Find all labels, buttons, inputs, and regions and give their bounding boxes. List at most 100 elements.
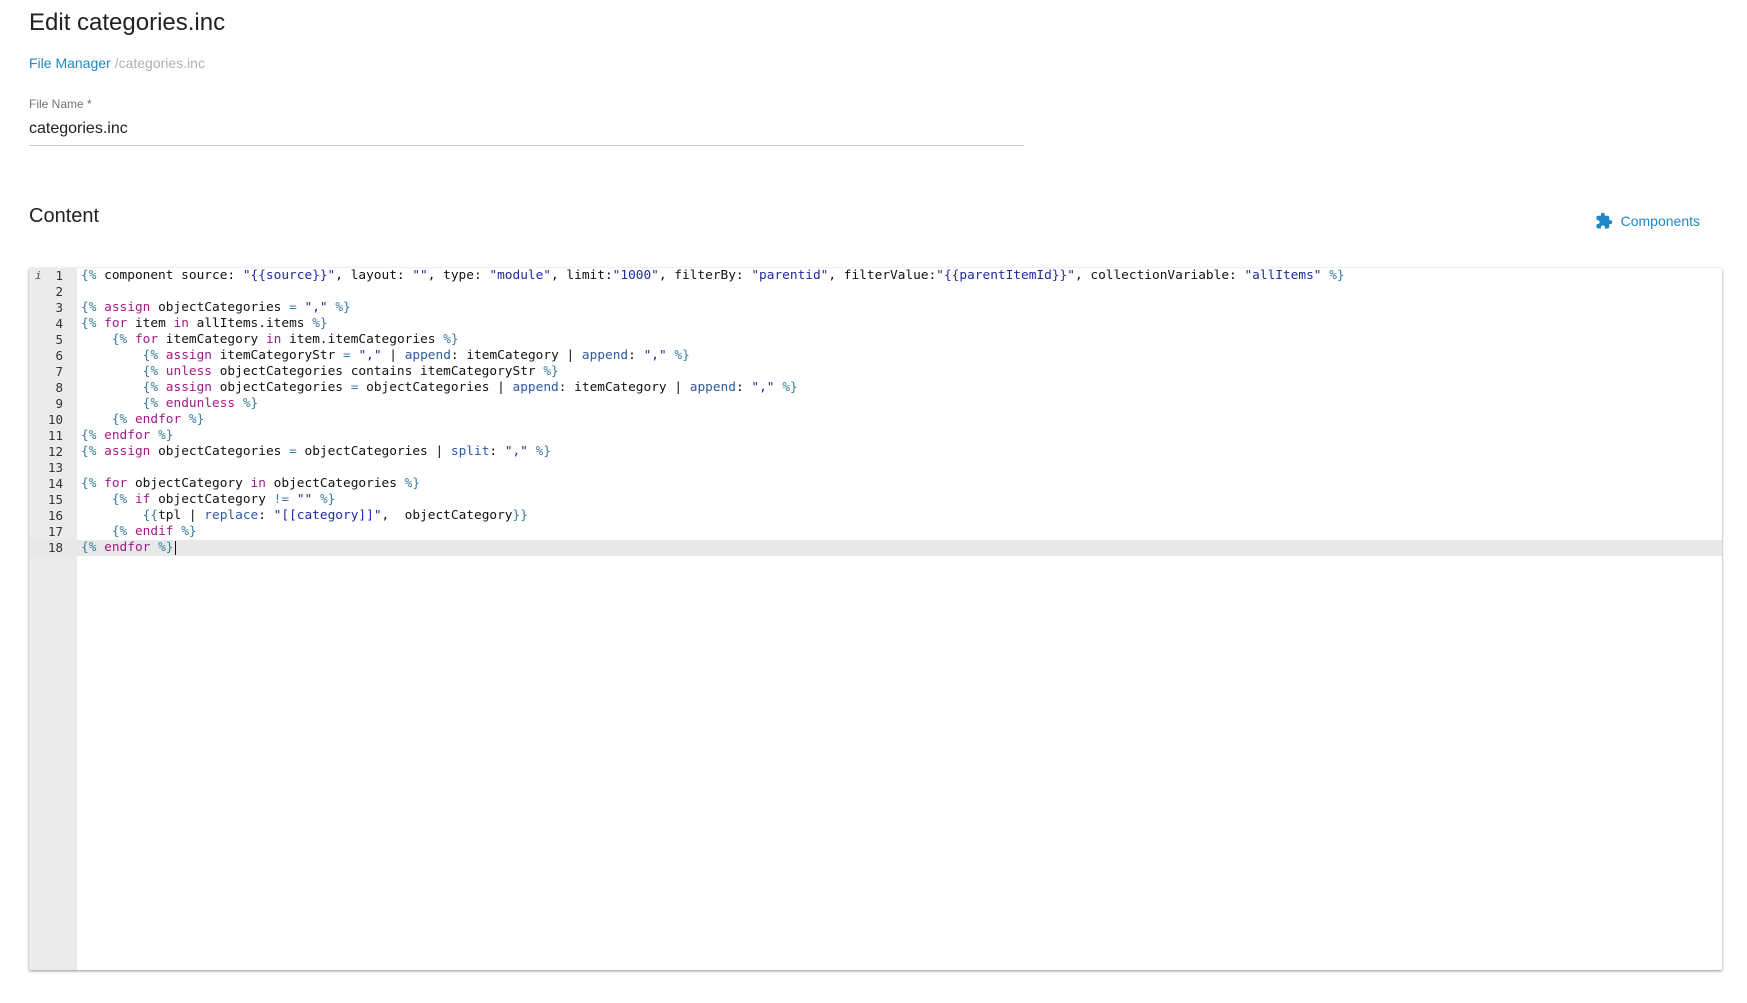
code-token: "module" [489,268,552,283]
code-token: %} [242,396,259,411]
page-title: Edit categories.inc [29,9,226,36]
code-token: objectCategories [150,444,290,459]
code-token: : [489,444,505,459]
code-token: %} [543,364,559,379]
components-button[interactable]: Components [1595,212,1700,230]
code-token: objectCategories [265,476,405,491]
code-token: {{ [142,508,159,523]
code-line[interactable]: 8 {% assign objectCategories = objectCat… [29,380,1722,396]
code-text: {% endunless %} [81,396,259,412]
text-cursor [174,540,176,555]
code-token: %} [404,476,421,491]
code-token: replace [204,508,259,523]
code-token: objectCategories | [296,444,451,459]
code-token: "allItems" [1244,268,1322,283]
line-number: 7 [55,364,63,379]
code-text: {% if objectCategory != "" %} [81,492,336,508]
code-token: "," [643,348,667,363]
code-token: : itemCategory | [558,380,690,395]
code-token: endfor [104,428,151,443]
code-line[interactable]: 2 [29,284,1722,300]
code-token: %} [674,348,690,363]
code-token: "," [504,444,528,459]
code-token: {% [142,380,159,395]
line-number: 11 [47,428,63,443]
code-token: %} [1329,268,1345,283]
code-line[interactable]: 15 {% if objectCategory != "" %} [29,492,1722,508]
code-token: {% [111,492,128,507]
code-token: %} [335,300,351,315]
code-token: append [689,380,736,395]
code-line[interactable]: 9 {% endunless %} [29,396,1722,412]
code-token: in [265,332,282,347]
code-token: unless [165,364,213,379]
code-token: item.itemCategories [281,332,444,347]
breadcrumb-current: /categories.inc [114,55,205,71]
code-token: : [258,508,274,523]
code-token: endif [134,524,174,539]
breadcrumb-file-manager-link[interactable]: File Manager [29,55,111,71]
code-text: {% for objectCategory in objectCategorie… [81,476,420,492]
file-name-input[interactable] [29,114,1024,146]
code-token: %} [443,332,459,347]
line-number: 12 [47,444,63,459]
code-token: for [104,476,128,491]
line-number: 3 [55,300,63,315]
code-line[interactable]: i 1 {% component source: "{{source}}", lay… [29,268,1722,284]
code-line[interactable]: 3 {% assign objectCategories = "," %} [29,300,1722,316]
code-token: "" [296,492,313,507]
code-token: %} [158,540,174,555]
code-token: split [450,444,490,459]
code-line[interactable]: 7 {% unless objectCategories contains it… [29,364,1722,380]
code-line[interactable]: 18 {% endfor %} [29,540,1722,556]
editor-lines: i 1 {% component source: "{{source}}", lay… [29,268,1722,556]
code-token: in [173,316,189,331]
code-line[interactable]: 6 {% assign itemCategoryStr = "," | appe… [29,348,1722,364]
code-line[interactable]: 14 {% for objectCategory in objectCategor… [29,476,1722,492]
line-number: 17 [47,524,63,539]
code-line[interactable]: 12 {% assign objectCategories = objectCat… [29,444,1722,460]
code-text: {% endif %} [81,524,197,540]
code-token: objectCategories [212,380,351,395]
code-token: itemCategory [158,332,266,347]
code-line[interactable]: 17 {% endif %} [29,524,1722,540]
line-number: 18 [47,540,63,555]
code-token: assign [165,380,213,395]
code-line[interactable]: 10 {% endfor %} [29,412,1722,428]
code-token: "{{parentItemId}}" [936,268,1075,283]
code-token: , collectionVariable: [1074,268,1245,283]
code-token: {% [81,428,97,443]
code-line[interactable]: 4 {% for item in allItems.items %} [29,316,1722,332]
code-token: != [273,492,290,507]
code-editor[interactable]: i 1 {% component source: "{{source}}", lay… [29,268,1722,970]
code-token: , type: [427,268,490,283]
line-number: 1 [55,268,63,283]
code-line[interactable]: 16 {{tpl | replace: "[[category]]", obje… [29,508,1722,524]
code-token: = [289,444,297,459]
code-line[interactable]: 13 [29,460,1722,476]
code-token: {% [111,412,128,427]
code-token: {% [111,332,128,347]
code-token: "1000" [612,268,659,283]
code-text: {% endfor %} [81,412,205,428]
code-token: = [343,348,351,363]
code-line[interactable]: 5 {% for itemCategory in item.itemCatego… [29,332,1722,348]
code-token: itemCategoryStr [212,348,343,363]
breadcrumb: File Manager/categories.inc [29,55,205,71]
line-number: 13 [47,460,63,475]
line-number: 4 [55,316,63,331]
puzzle-icon [1595,212,1613,230]
code-token: %} [319,492,336,507]
code-line[interactable]: 11 {% endfor %} [29,428,1722,444]
code-token: %} [181,524,197,539]
code-token: {% [111,524,128,539]
